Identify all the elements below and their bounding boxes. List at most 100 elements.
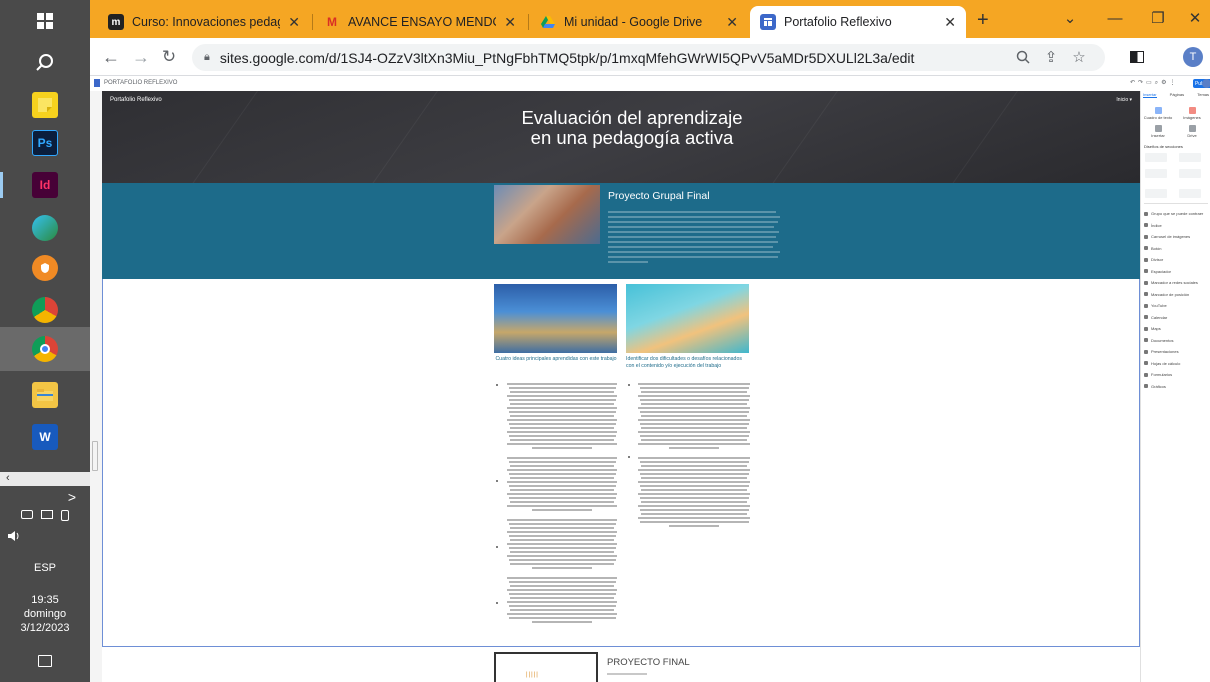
close-window-icon[interactable]: ✕: [1180, 6, 1210, 30]
site-header[interactable]: Portafolio Reflexivo Inicio ▾ Evaluación…: [102, 91, 1140, 183]
lock-icon[interactable]: 🔒︎: [204, 51, 210, 64]
text-line: [510, 415, 614, 417]
classroom-photo[interactable]: [494, 185, 600, 244]
photoshop-icon[interactable]: Ps: [32, 130, 58, 156]
insert-list-item[interactable]: Espaciador: [1144, 269, 1171, 274]
insert-embed[interactable]: Insertar: [1143, 125, 1173, 138]
file-explorer-icon[interactable]: [32, 382, 58, 408]
insert-images[interactable]: Imágenes: [1177, 107, 1207, 120]
vpn-shield-icon[interactable]: [32, 255, 58, 281]
insert-list-item[interactable]: Grupo que se puede contraer: [1144, 211, 1203, 216]
layout-option[interactable]: [1145, 153, 1167, 162]
insert-list-item[interactable]: Divisor: [1144, 257, 1163, 262]
insert-list-item[interactable]: Hojas de cálculo: [1144, 361, 1180, 366]
section-drag-handle[interactable]: [92, 441, 98, 471]
clock-date[interactable]: 3/12/2023: [0, 621, 90, 635]
layout-option[interactable]: [1179, 189, 1201, 198]
restore-window-icon[interactable]: ❐: [1143, 6, 1173, 30]
reload-icon[interactable]: ↻: [158, 46, 180, 68]
tab-insertar[interactable]: Insertar: [1143, 92, 1157, 98]
bookmark-star-icon[interactable]: ☆: [1068, 46, 1090, 68]
final-project-logo[interactable]: |||||: [494, 652, 598, 682]
google-sites-logo-icon[interactable]: [94, 79, 100, 87]
site-document-name[interactable]: PORTAFOLIO REFLEXIVO: [104, 80, 177, 86]
insert-list-item[interactable]: Marcador de posición: [1144, 292, 1189, 297]
indesign-icon[interactable]: Id: [32, 172, 58, 198]
site-name[interactable]: Portafolio Reflexivo: [110, 97, 162, 103]
close-tab-icon[interactable]: ✕: [944, 14, 956, 31]
insert-list-item[interactable]: Maps: [1144, 326, 1161, 331]
insert-list-item[interactable]: Formularios: [1144, 372, 1172, 377]
final-project-title[interactable]: PROYECTO FINAL: [607, 657, 690, 668]
tray-expand-icon[interactable]: >: [0, 490, 90, 504]
editor-tools-icons[interactable]: ↶↷▭⌕⚙⋮: [1130, 79, 1178, 87]
insert-list-item[interactable]: YouTube: [1144, 303, 1167, 308]
insert-list-item[interactable]: Calendar: [1144, 315, 1167, 320]
insert-list-item[interactable]: Documentos: [1144, 338, 1173, 343]
insert-list-item[interactable]: Índice: [1144, 223, 1162, 228]
tab-temas[interactable]: Temas: [1197, 92, 1209, 98]
new-tab-button[interactable]: +: [977, 9, 989, 32]
volume-icon[interactable]: [0, 529, 90, 547]
insert-list-item[interactable]: Marcador a redes sociales: [1144, 280, 1198, 285]
project-section[interactable]: Proyecto Grupal Final: [102, 183, 1140, 279]
tab-search-chevron-icon[interactable]: ⌄: [1055, 6, 1085, 30]
close-tab-icon[interactable]: ✕: [504, 14, 516, 31]
meet-now-icon[interactable]: [41, 510, 53, 519]
tab-curso[interactable]: m Curso: Innovaciones pedagógica ✕: [98, 6, 310, 38]
close-tab-icon[interactable]: ✕: [726, 14, 738, 31]
word-icon[interactable]: W: [32, 424, 58, 450]
site-nav-menu[interactable]: Inicio ▾: [1116, 97, 1132, 103]
edge-browser-icon[interactable]: [32, 215, 58, 241]
clock-day[interactable]: domingo: [0, 607, 90, 621]
zoom-icon[interactable]: [1012, 46, 1034, 68]
insert-list-item[interactable]: Gráficos: [1144, 384, 1166, 389]
tab-avance-ensayo[interactable]: M AVANCE ENSAYO MENDOZA AR ✕: [314, 6, 526, 38]
profile-avatar[interactable]: T: [1183, 47, 1203, 67]
forward-arrow-icon[interactable]: →: [130, 46, 152, 68]
sticky-notes-icon[interactable]: [32, 92, 58, 118]
share-icon[interactable]: ⇪: [1040, 46, 1062, 68]
tab-paginas[interactable]: Páginas: [1170, 92, 1184, 98]
back-arrow-icon[interactable]: ←: [100, 46, 122, 68]
clock-time[interactable]: 19:35: [0, 593, 90, 607]
side-panel-icon[interactable]: [1126, 46, 1148, 68]
text-line: [638, 493, 750, 495]
search-icon[interactable]: [32, 50, 58, 76]
editor-profile-avatar[interactable]: [1202, 79, 1210, 88]
page-title[interactable]: Evaluación del aprendizaje en una pedago…: [512, 108, 752, 148]
school-illustration-image[interactable]: [494, 284, 617, 353]
insert-drive[interactable]: Drive: [1177, 125, 1207, 138]
insert-list-item[interactable]: Presentaciones: [1144, 349, 1179, 354]
keyboard-language-indicator[interactable]: ESP: [0, 561, 90, 575]
learnings-heading[interactable]: Cuatro ideas principales aprendidas con …: [494, 356, 618, 363]
idea-girl-illustration-image[interactable]: [626, 284, 749, 353]
project-title[interactable]: Proyecto Grupal Final: [608, 190, 710, 202]
layout-option[interactable]: [1145, 189, 1167, 198]
tab-google-drive[interactable]: Mi unidad - Google Drive ✕: [530, 6, 748, 38]
address-bar[interactable]: 🔒︎ sites.google.com/d/1SJ4-OZzV3ltXn3Miu…: [192, 44, 1105, 71]
notifications-icon[interactable]: [38, 655, 52, 667]
layout-option[interactable]: [1179, 153, 1201, 162]
component-icon: [1144, 223, 1148, 227]
challenges-heading[interactable]: Identificar dos dificultades o desafíos …: [626, 356, 750, 370]
minimize-window-icon[interactable]: —: [1100, 6, 1130, 30]
chrome-profile-icon[interactable]: [32, 297, 58, 323]
insert-item-label: Cuadro de texto: [1143, 115, 1173, 120]
windows-start-icon[interactable]: [32, 8, 58, 34]
battery-icon[interactable]: [61, 510, 69, 521]
layout-option[interactable]: [1145, 169, 1167, 178]
insert-list-item[interactable]: Botón: [1144, 246, 1161, 251]
network-icon[interactable]: [21, 510, 33, 519]
tab-portafolio-reflexivo[interactable]: Portafolio Reflexivo ✕: [750, 6, 966, 38]
chrome-menu-icon[interactable]: ⋮: [1205, 46, 1210, 68]
chrome-active-icon[interactable]: [32, 336, 58, 362]
url-text[interactable]: sites.google.com/d/1SJ4-OZzV3ltXn3Miu_Pt…: [220, 50, 915, 66]
insert-list-item[interactable]: Carrusel de imágenes: [1144, 234, 1190, 239]
layout-option[interactable]: [1179, 169, 1201, 178]
section-layouts-title[interactable]: Diseños de secciones: [1144, 144, 1183, 149]
close-tab-icon[interactable]: ✕: [288, 14, 300, 31]
text-line: [507, 601, 617, 603]
insert-text-box[interactable]: Cuadro de texto: [1143, 107, 1173, 120]
text-line: [507, 493, 617, 495]
